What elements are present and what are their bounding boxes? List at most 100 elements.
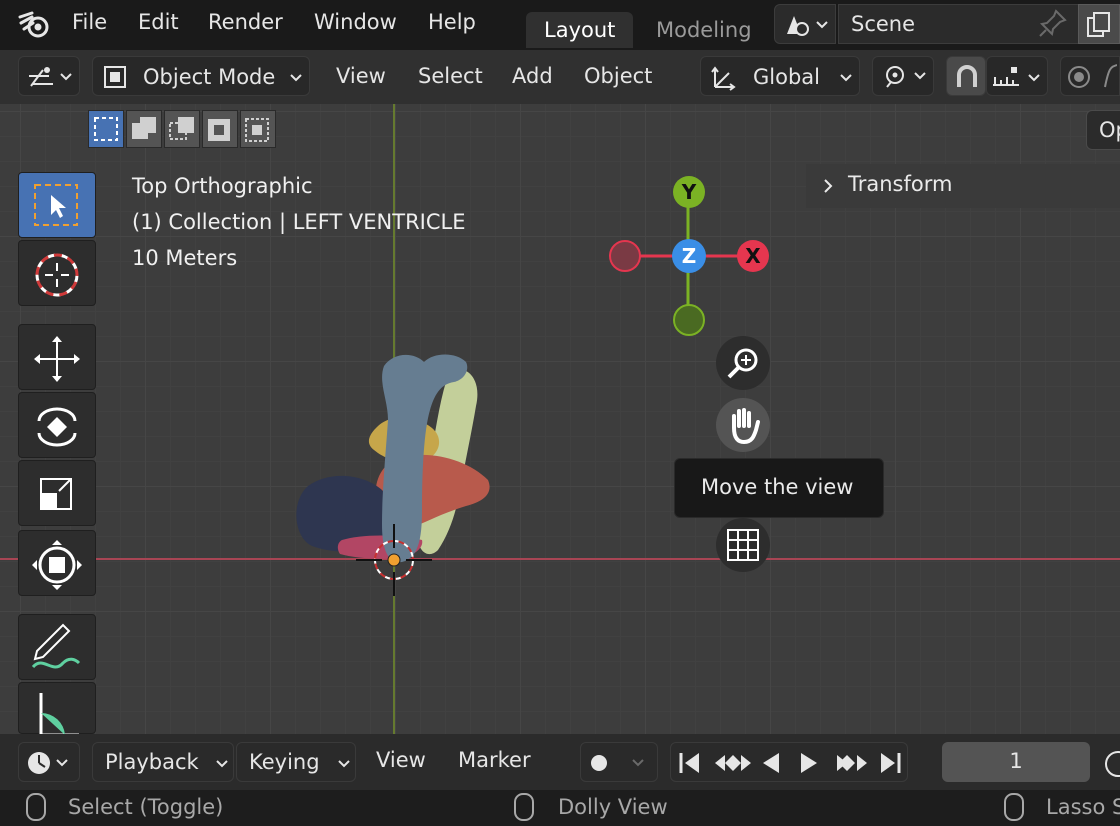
header-menu-select[interactable]: Select	[418, 64, 483, 88]
select-new-icon	[94, 117, 118, 141]
pin-icon[interactable]	[1038, 8, 1068, 38]
pivot-point-icon	[886, 66, 926, 88]
playback-menu[interactable]: Playback	[92, 742, 234, 782]
timeline-menu-view[interactable]: View	[376, 748, 426, 772]
header-menu-add[interactable]: Add	[512, 64, 553, 88]
select-subtract-button[interactable]	[164, 110, 200, 148]
menu-edit[interactable]: Edit	[138, 10, 179, 34]
orientation-label: Global	[753, 65, 820, 89]
status-middle-hint: Dolly View	[558, 795, 668, 819]
snap-toggle[interactable]	[946, 56, 986, 96]
chevron-down-icon	[840, 74, 852, 82]
new-scene-button[interactable]	[1078, 4, 1120, 44]
scale-tool[interactable]	[18, 460, 96, 526]
select-extend-button[interactable]	[126, 110, 162, 148]
scale-info-label: 10 Meters	[132, 246, 238, 270]
3d-cursor-icon	[35, 253, 79, 297]
playback-label: Playback	[105, 750, 199, 774]
tab-layout[interactable]: Layout	[526, 12, 634, 48]
tooltip: Move the view	[674, 458, 884, 518]
duplicate-icon	[1087, 12, 1110, 37]
object-mode-icon	[104, 66, 126, 88]
mouse-right-icon	[1004, 793, 1024, 821]
select-intersect-icon	[245, 118, 269, 142]
annotate-tool[interactable]	[18, 614, 96, 680]
snap-target-dropdown[interactable]	[986, 56, 1048, 96]
proportional-editing-toggle[interactable]	[1060, 56, 1120, 96]
status-left-hint: Select (Toggle)	[68, 795, 224, 819]
view-name-label: Top Orthographic	[132, 174, 313, 198]
chevron-down-icon	[338, 760, 350, 768]
rotate-tool[interactable]	[18, 392, 96, 458]
menu-window[interactable]: Window	[314, 10, 397, 34]
keying-menu[interactable]: Keying	[236, 742, 356, 782]
viewport-editor-icon	[29, 67, 72, 87]
clock-icon	[28, 752, 68, 774]
scene-selector-button[interactable]	[774, 4, 836, 44]
transform-panel-label: Transform	[848, 172, 953, 196]
cursor-tool[interactable]	[18, 240, 96, 306]
grid-icon	[727, 529, 759, 561]
rotate-icon	[37, 407, 77, 447]
gizmo-y-axis[interactable]: Y	[673, 176, 705, 208]
menu-render[interactable]: Render	[208, 10, 283, 34]
select-box-icon	[34, 184, 78, 226]
viewport-header: Object Mode View Select Add Object Globa…	[0, 50, 1120, 104]
chevron-right-icon	[824, 179, 833, 193]
editor-type-button[interactable]	[18, 56, 80, 96]
header-menu-object[interactable]: Object	[584, 64, 652, 88]
pencil-icon	[31, 623, 81, 669]
playback-controls	[670, 742, 908, 782]
current-frame-field[interactable]: 1	[942, 742, 1090, 782]
gizmo-x-axis[interactable]: X	[737, 240, 769, 272]
operator-options-button[interactable]: Op	[1086, 110, 1120, 150]
toggle-camera-view-button[interactable]	[716, 518, 770, 572]
blender-logo-icon[interactable]	[18, 8, 52, 42]
record-icon	[591, 755, 644, 771]
select-intersect-button[interactable]	[240, 110, 276, 148]
timeline-header: Playback Keying View Marker 1	[0, 734, 1120, 790]
auto-keying-toggle[interactable]	[580, 742, 658, 782]
orientation-icon	[711, 66, 736, 91]
mouse-middle-icon	[514, 793, 534, 821]
selection-mode-group	[88, 110, 278, 150]
chevron-down-icon	[290, 74, 302, 82]
transform-tool[interactable]	[18, 530, 96, 596]
menu-file[interactable]: File	[72, 10, 107, 34]
transform-orientation-dropdown[interactable]: Global	[700, 56, 860, 96]
select-invert-icon	[208, 119, 230, 141]
timeline-editor-type-button[interactable]	[18, 742, 80, 782]
pivot-point-dropdown[interactable]	[872, 56, 934, 96]
select-invert-button[interactable]	[202, 110, 238, 148]
status-right-hint: Lasso S	[1046, 795, 1120, 819]
gizmo-neg-x-axis[interactable]	[609, 240, 641, 272]
hand-icon	[732, 408, 760, 445]
transform-panel-header[interactable]: Transform	[806, 164, 1120, 208]
select-box-tool[interactable]	[18, 172, 96, 238]
move-arrows-icon	[34, 336, 80, 382]
object-mode-dropdown[interactable]: Object Mode	[92, 56, 310, 96]
mouse-left-icon	[26, 793, 46, 821]
timeline-menu-marker[interactable]: Marker	[458, 748, 531, 772]
zoom-button[interactable]	[716, 336, 770, 390]
stopwatch-icon[interactable]	[1100, 746, 1120, 780]
gizmo-neg-y-axis[interactable]	[673, 304, 705, 336]
menu-help[interactable]: Help	[428, 10, 476, 34]
tab-modeling[interactable]: Modeling	[638, 12, 770, 48]
select-subtract-icon	[169, 117, 194, 140]
header-menu-view[interactable]: View	[336, 64, 386, 88]
top-menu-bar: File Edit Render Window Help Layout Mode…	[0, 0, 1120, 50]
scene-icon	[787, 16, 828, 36]
select-new-button[interactable]	[88, 110, 124, 148]
pan-button[interactable]	[716, 398, 770, 452]
ruler-icon	[39, 693, 79, 734]
measure-tool[interactable]	[18, 682, 96, 734]
3d-viewport[interactable]: Op Top Orthographic (1) Collection | LEF…	[0, 104, 1120, 734]
status-bar: Select (Toggle) Dolly View Lasso S	[0, 790, 1120, 826]
move-tool[interactable]	[18, 324, 96, 390]
gizmo-z-axis[interactable]: Z	[672, 239, 706, 273]
select-extend-icon	[132, 117, 156, 139]
x-axis-line	[0, 558, 1120, 560]
snap-increment-icon	[993, 67, 1040, 86]
object-mode-label: Object Mode	[143, 65, 276, 89]
